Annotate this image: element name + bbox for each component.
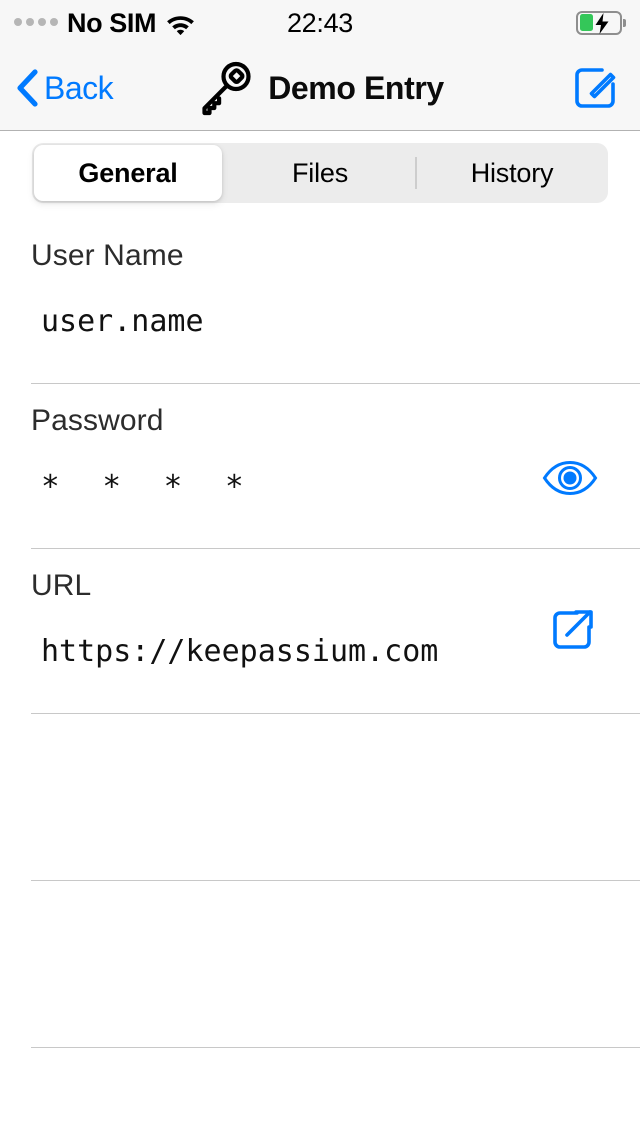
square-and-pencil-icon — [575, 68, 616, 108]
eye-icon — [542, 460, 598, 496]
back-button[interactable]: Back — [16, 46, 114, 130]
tab-files[interactable]: Files — [224, 143, 416, 203]
app-screen: No SIM 22:43 Back Demo Entry General Fil… — [0, 0, 640, 1136]
field-row-password[interactable]: Password * * * * — [0, 384, 640, 549]
field-label-username: User Name — [31, 239, 184, 272]
entry-field-list: User Name user.name Password * * * * URL… — [0, 219, 640, 1048]
status-bar: No SIM 22:43 — [0, 0, 640, 46]
status-bar-clock: 22:43 — [286, 7, 354, 38]
segmented-control-track: General Files History — [32, 143, 608, 203]
toggle-password-visibility-button[interactable] — [542, 460, 598, 496]
field-label-password: Password — [31, 404, 164, 437]
battery-charging-icon — [576, 10, 626, 36]
tab-history[interactable]: History — [416, 143, 608, 203]
row-separator — [31, 1047, 640, 1048]
key-icon — [202, 61, 251, 116]
field-row-url[interactable]: URL https://keepassium.com — [0, 549, 640, 714]
tab-general[interactable]: General — [32, 143, 224, 203]
status-bar-right — [576, 0, 626, 46]
open-url-button[interactable] — [548, 606, 598, 656]
edit-button[interactable] — [572, 46, 618, 130]
field-row-username[interactable]: User Name user.name — [0, 219, 640, 384]
empty-field-row — [0, 714, 640, 881]
field-value-username[interactable]: user.name — [41, 305, 640, 338]
page-title: Demo Entry — [268, 70, 444, 106]
segmented-control[interactable]: General Files History — [32, 143, 608, 203]
back-button-label: Back — [44, 70, 114, 106]
navigation-bar: Back Demo Entry — [0, 46, 640, 131]
empty-field-row — [0, 881, 640, 1048]
external-link-icon — [553, 610, 593, 649]
field-label-url: URL — [31, 569, 92, 602]
chevron-left-icon — [17, 69, 38, 107]
